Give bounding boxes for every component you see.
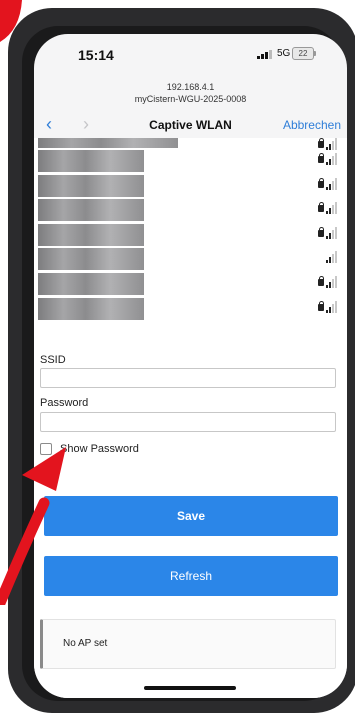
network-list-item[interactable] <box>34 223 347 246</box>
network-ssid-redacted <box>38 150 144 172</box>
network-ssid-redacted <box>38 297 144 320</box>
signal-strength-icon <box>326 153 337 165</box>
network-list-item[interactable] <box>34 273 347 295</box>
status-box: No AP set <box>40 619 336 669</box>
lock-icon <box>318 202 324 213</box>
lock-icon <box>318 138 324 148</box>
password-label: Password <box>40 397 89 409</box>
signal-strength-icon <box>326 202 337 215</box>
refresh-button[interactable]: Refresh <box>44 556 338 596</box>
save-button[interactable]: Save <box>44 496 338 536</box>
lock-icon <box>318 153 324 163</box>
signal-strength-icon <box>326 177 337 190</box>
signal-strength-icon <box>326 276 337 288</box>
signal-strength-icon <box>326 251 337 264</box>
network-ssid-redacted <box>38 199 144 222</box>
network-list-item[interactable] <box>34 150 347 172</box>
red-annotation-arrow <box>0 447 66 605</box>
network-ssid-redacted <box>38 174 144 197</box>
ssid-input[interactable] <box>40 368 336 388</box>
network-ssid-redacted <box>38 273 144 295</box>
ssid-label: SSID <box>40 354 66 366</box>
password-input[interactable] <box>40 412 336 432</box>
url-host: 192.168.4.1 <box>166 82 215 92</box>
lock-icon <box>318 300 324 311</box>
network-list-item[interactable] <box>34 199 347 222</box>
signal-strength-icon <box>326 300 337 313</box>
status-bar: 15:14 5G 22 <box>34 34 347 74</box>
lock-icon <box>318 276 324 286</box>
signal-strength-icon <box>326 138 337 150</box>
cellular-signal-icon <box>257 50 272 59</box>
cancel-button[interactable]: Abbrechen <box>283 118 341 132</box>
network-list-item[interactable] <box>34 138 347 150</box>
status-time: 15:14 <box>78 47 114 63</box>
home-indicator[interactable] <box>144 686 236 690</box>
url-page-name: myCistern-WGU-2025-0008 <box>134 94 247 104</box>
network-list-item[interactable] <box>34 174 347 197</box>
network-list-item[interactable] <box>34 248 347 271</box>
captive-nav-bar: ‹ › Captive WLAN Abbrechen <box>34 112 347 138</box>
status-text: No AP set <box>63 638 108 649</box>
network-ssid-redacted <box>38 138 178 148</box>
network-ssid-redacted <box>38 223 144 246</box>
portal-content: SSID Password Show Password Save Refresh… <box>34 138 347 698</box>
network-list-item[interactable] <box>34 297 347 320</box>
lock-icon <box>318 177 324 188</box>
network-ssid-redacted <box>38 248 144 271</box>
lock-icon <box>318 226 324 237</box>
signal-strength-icon <box>326 226 337 239</box>
battery-icon: 22 <box>292 47 316 60</box>
network-type: 5G <box>277 48 291 59</box>
